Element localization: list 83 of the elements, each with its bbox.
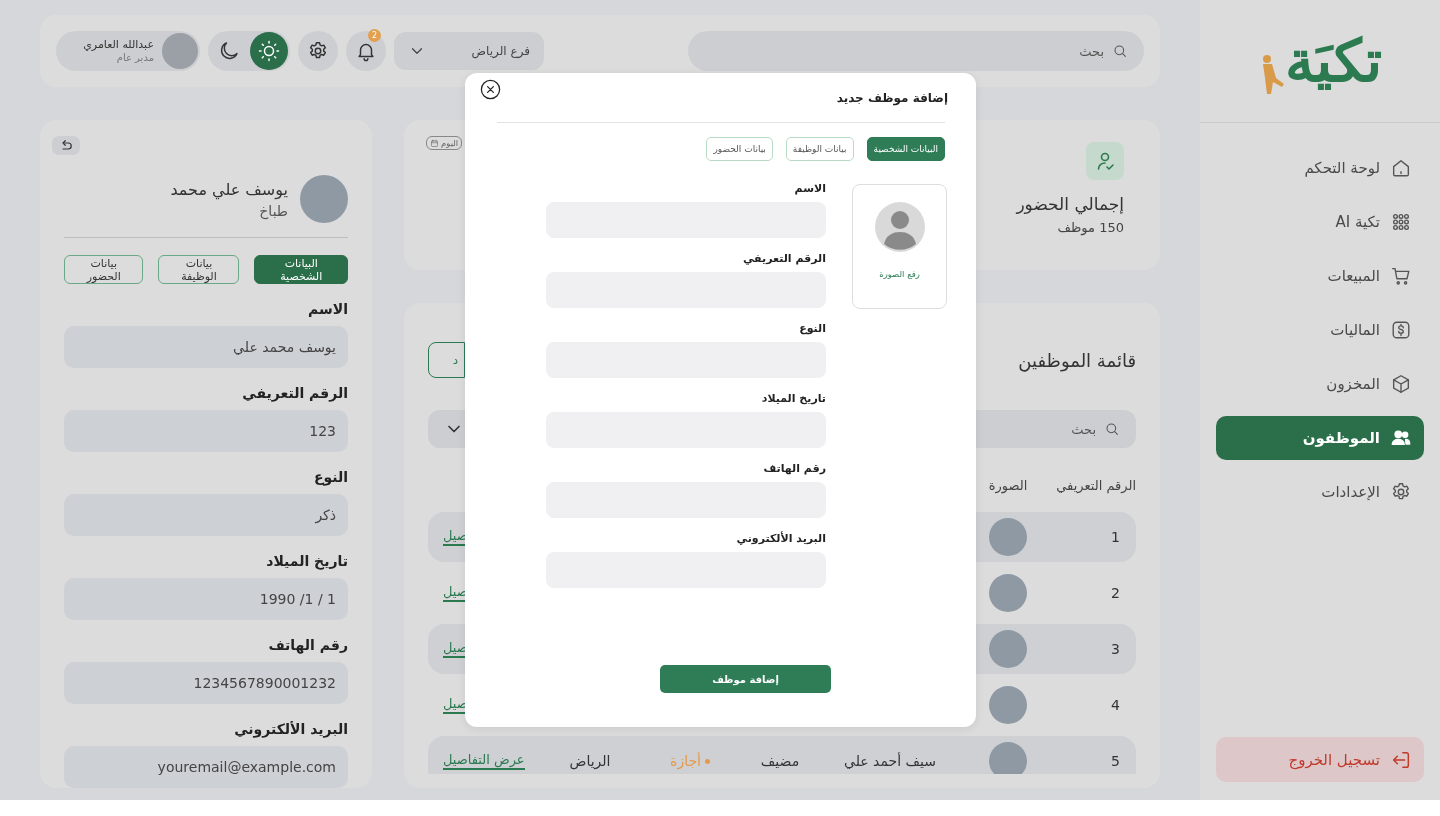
input-field[interactable]: youremail@example.com [64,746,348,788]
input-field[interactable]: 1 / 1/ 1990 [64,578,348,620]
logo-text: تكيَة [1284,32,1382,90]
search-icon [1104,421,1120,437]
calendar-icon [430,138,439,148]
input-field[interactable]: يوسف محمد علي [64,326,348,368]
close-icon[interactable] [479,78,502,101]
tab[interactable]: البيانات الشخصية [254,255,348,284]
sidebar-item[interactable]: الإعدادات [1216,470,1424,514]
upload-label[interactable]: رفع الصورة [879,269,920,279]
settings-button[interactable] [298,31,338,71]
employee-role: طباخ [258,202,288,219]
light-mode-button[interactable] [250,32,288,70]
table-cell-text: سيف أحمد علي [843,753,937,769]
table-cell-text: الرياض [568,753,612,769]
employee-name: يوسف علي محمد [170,179,288,199]
field-label: البريد الألكتروني [735,532,826,546]
sidebar-item[interactable]: لوحة التحكم [1216,146,1424,190]
tab[interactable]: بيانات الحضور [64,255,144,284]
avatar-photo [989,630,1027,668]
tab[interactable]: بيانات الحضور [706,137,773,161]
details-link[interactable]: عرض التفاصيل [443,751,525,771]
field-label: الرقم التعريفي [241,384,348,402]
tab[interactable]: بيانات الوظيفة [158,255,240,284]
sidebar-item[interactable]: تكية AI [1216,200,1424,244]
table-cell-text: مضيف [759,753,801,769]
avatar-placeholder-icon [874,202,925,252]
field-label: النوع [312,468,348,486]
sidebar-item[interactable]: المبيعات [1216,254,1424,298]
field-label: تاريخ الميلاد [760,392,826,406]
avatar-photo [989,518,1027,556]
table-cell-text: 3 [1110,641,1121,657]
figure-drawing [1262,55,1284,94]
table-cell-text: 5 [1110,753,1121,769]
column-header: الصورة [987,477,1029,493]
avatar-photo [300,175,348,223]
period-chip[interactable]: اليوم [426,136,463,150]
back-button[interactable] [52,136,80,155]
photo-upload[interactable]: رفع الصورة [852,184,947,309]
home-icon [1390,157,1412,179]
sun-icon [257,39,281,63]
tab[interactable]: بيانات الوظيفة [785,137,854,161]
employee-count: 150 موظف [1057,220,1124,235]
tab[interactable]: البيانات الشخصية [866,137,945,161]
notification-badge: 2 [368,29,381,42]
column-header: الرقم التعريفي [1056,477,1136,493]
avatar-photo [989,742,1027,774]
search-icon [1112,43,1128,59]
box-icon [1390,373,1412,395]
table-cell-text: 1 [1110,529,1121,545]
search-field[interactable]: بحث [688,31,1144,71]
field-label: الاسم [307,300,348,318]
field-label: تاريخ الميلاد [265,552,348,570]
modal-title: إضافة موظف جديد [836,90,948,105]
field-label: النوع [798,322,826,336]
user-name: عبدالله العامري [83,37,154,52]
user-role: مدير عام [115,51,154,65]
input-field[interactable]: 1234567890001232 [64,662,348,704]
input-field[interactable]: ذكر [64,494,348,536]
field-label: رقم الهاتف [267,636,348,654]
avatar-photo [989,574,1027,612]
status-label: أجازة [670,753,701,769]
dots-grid-icon [1390,211,1412,233]
avatar-photo [989,686,1027,724]
logout-button[interactable]: تسجيل الخروج [1216,737,1424,782]
field-label: الرقم التعريفي [741,252,826,266]
dollar-icon [1390,319,1412,341]
list-title: قائمة الموظفين [1018,349,1136,371]
avatar-photo [162,33,198,69]
add-employee-button[interactable]: إضافة موظف [660,665,831,693]
user-menu[interactable]: عبدالله العامري مدير عام [56,31,200,71]
field-label: رقم الهاتف [762,462,826,476]
table-cell-text: 2 [1110,585,1121,601]
sidebar-item[interactable]: المخزون [1216,362,1424,406]
field-label: الاسم [793,182,826,196]
input-field[interactable]: 123 [64,410,348,452]
card-title: إجمالي الحضور [1016,194,1124,214]
branch-dropdown[interactable]: فرع الرياض [394,32,544,70]
sidebar-item[interactable]: الماليات [1216,308,1424,352]
table-cell-text: 4 [1110,697,1121,713]
cart-icon [1390,265,1412,287]
field-label: البريد الألكتروني [233,720,348,738]
sidebar-item[interactable]: الموظفون [1216,416,1424,460]
